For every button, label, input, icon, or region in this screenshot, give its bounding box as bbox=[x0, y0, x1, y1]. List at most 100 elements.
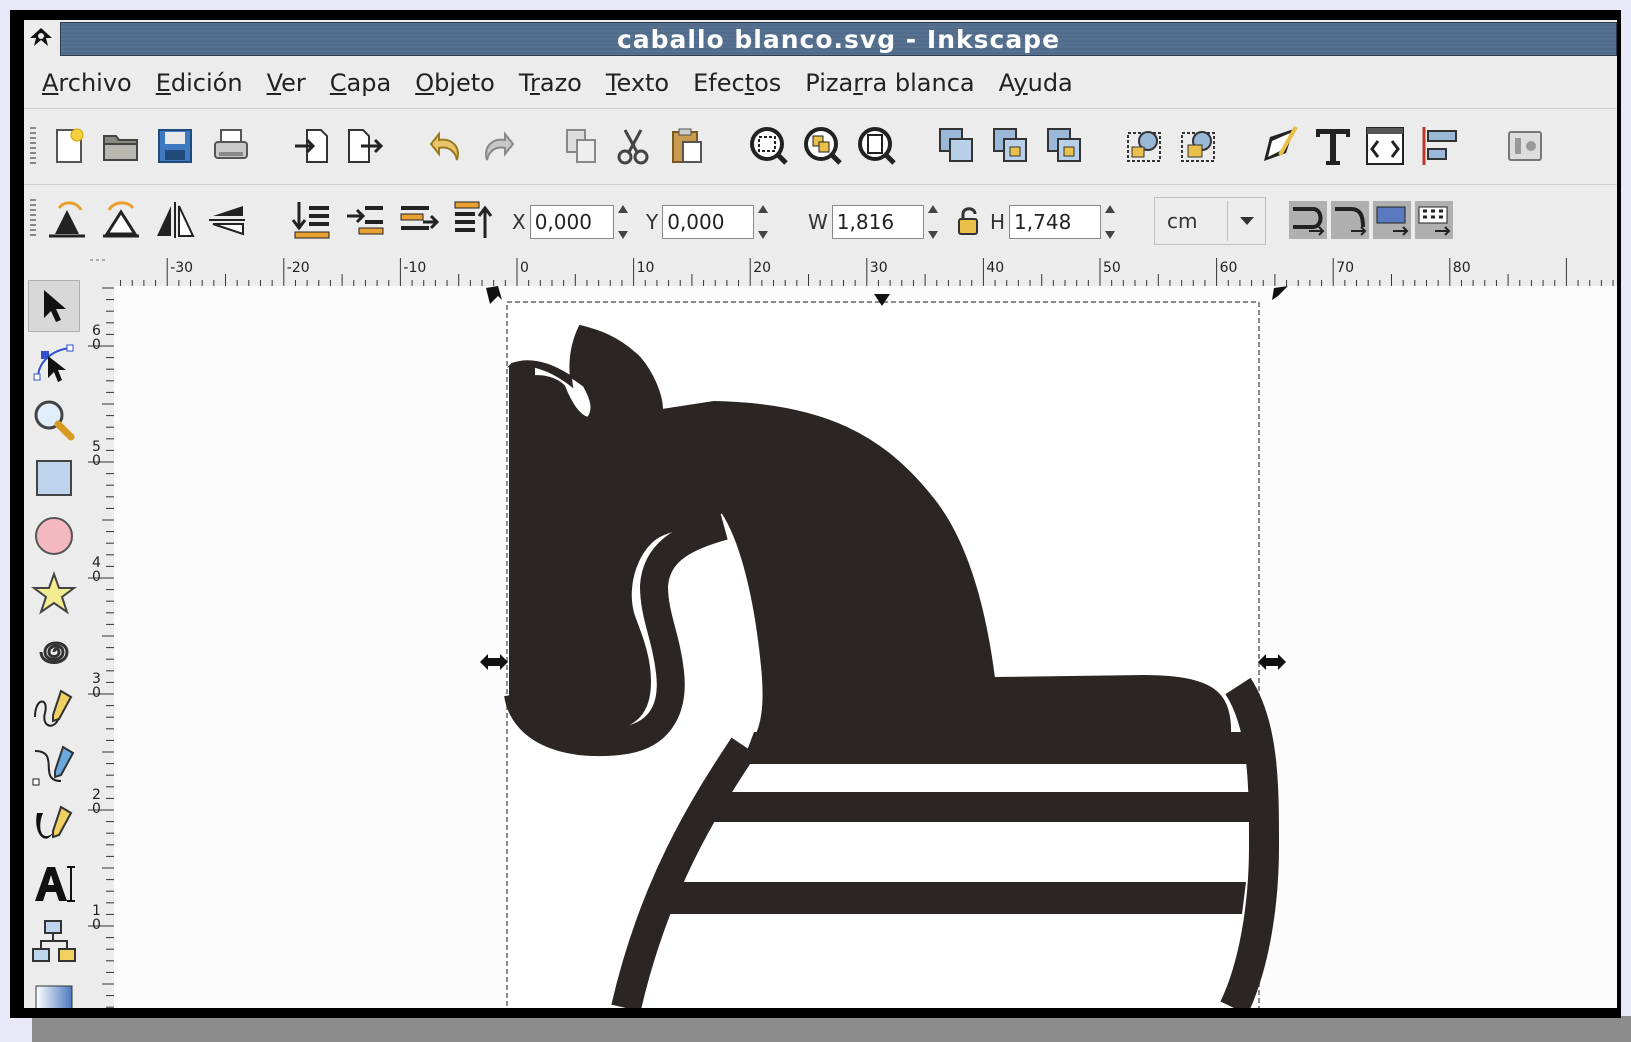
import-icon[interactable] bbox=[290, 123, 336, 169]
raise-to-top-icon[interactable] bbox=[288, 197, 334, 243]
w-label: W bbox=[808, 210, 828, 234]
x-input[interactable]: 0,000 bbox=[529, 205, 614, 239]
h-input[interactable]: 1,748 bbox=[1009, 205, 1102, 239]
menu-trazo[interactable]: Trazo bbox=[519, 69, 582, 97]
flip-horizontal-icon[interactable] bbox=[152, 197, 198, 243]
menu-texto[interactable]: Texto bbox=[606, 69, 669, 97]
menu-pizarra-blanca[interactable]: Pizarra blanca bbox=[805, 69, 974, 97]
gradient-tool-icon[interactable] bbox=[28, 974, 80, 1008]
selector-tool-icon[interactable] bbox=[28, 280, 80, 332]
menu-efectos[interactable]: Efectos bbox=[693, 69, 781, 97]
ruler-label: 0 bbox=[92, 801, 101, 817]
x-spinbox: X 0,000 bbox=[512, 203, 630, 241]
group-icon[interactable] bbox=[1122, 123, 1168, 169]
zoom-selection-icon[interactable] bbox=[746, 123, 792, 169]
unit-separator bbox=[1227, 201, 1228, 241]
ruler-corner bbox=[84, 254, 114, 286]
preferences-icon[interactable] bbox=[1502, 123, 1548, 169]
fill-stroke-icon[interactable] bbox=[1258, 123, 1304, 169]
lock-proportions-icon[interactable] bbox=[954, 203, 986, 239]
menu-edici-n[interactable]: Edición bbox=[156, 69, 243, 97]
zoom-drawing-icon[interactable] bbox=[800, 123, 846, 169]
print-icon[interactable] bbox=[208, 123, 254, 169]
connector-tool-icon[interactable] bbox=[28, 916, 80, 968]
node-tool-icon[interactable] bbox=[28, 338, 80, 390]
flip-vertical-icon[interactable] bbox=[204, 197, 250, 243]
lower-to-bottom-icon[interactable] bbox=[450, 197, 496, 243]
w-spinbox: W 1,816 bbox=[808, 203, 940, 241]
ruler-label: 40 bbox=[986, 260, 1004, 276]
drawing-canvas[interactable] bbox=[114, 286, 1617, 1008]
toolbar-grip[interactable] bbox=[30, 199, 36, 239]
vertical-ruler[interactable]: 605040302010 bbox=[84, 286, 114, 1008]
scale-corners-icon[interactable] bbox=[1330, 197, 1370, 243]
xml-editor-icon[interactable] bbox=[1362, 123, 1408, 169]
pen-tool-icon[interactable] bbox=[28, 742, 80, 794]
w-stepper[interactable] bbox=[926, 205, 940, 239]
selector-toolbar: X 0,000 Y 0,000 W 1,816 H 1,748 cm bbox=[24, 184, 1617, 255]
unit-value: cm bbox=[1167, 209, 1198, 233]
y-input[interactable]: 0,000 bbox=[662, 205, 755, 239]
title-bar[interactable]: caballo blanco.svg - Inkscape bbox=[24, 20, 1617, 56]
y-label: Y bbox=[646, 210, 659, 234]
h-stepper[interactable] bbox=[1103, 205, 1117, 239]
new-document-icon[interactable] bbox=[46, 123, 92, 169]
rotate-cw-icon[interactable] bbox=[98, 197, 144, 243]
zoom-tool-icon[interactable] bbox=[28, 394, 80, 446]
ruler-label: 0 bbox=[92, 685, 101, 701]
move-patterns-icon[interactable] bbox=[1414, 197, 1454, 243]
menu-ayuda[interactable]: Ayuda bbox=[999, 69, 1073, 97]
menu-ver[interactable]: Ver bbox=[267, 69, 306, 97]
scale-stroke-icon[interactable] bbox=[1288, 197, 1328, 243]
horizontal-ruler[interactable]: -30 -20 -10 0 10 20 30 40 50 60 70 80 bbox=[114, 254, 1617, 286]
rectangle-tool-icon[interactable] bbox=[28, 452, 80, 504]
zoom-page-icon[interactable] bbox=[854, 123, 900, 169]
handle-top-right[interactable] bbox=[1272, 286, 1288, 300]
ungroup-icon[interactable] bbox=[1176, 123, 1222, 169]
cut-icon[interactable] bbox=[610, 123, 656, 169]
unlink-clone-icon[interactable] bbox=[1042, 123, 1088, 169]
rotate-ccw-icon[interactable] bbox=[44, 197, 90, 243]
handle-right[interactable] bbox=[1258, 654, 1286, 670]
move-gradients-icon[interactable] bbox=[1372, 197, 1412, 243]
open-icon[interactable] bbox=[98, 123, 144, 169]
ruler-label: 70 bbox=[1336, 260, 1354, 276]
menu-capa[interactable]: Capa bbox=[330, 69, 391, 97]
ruler-label: 50 bbox=[1103, 260, 1121, 276]
text-font-icon[interactable] bbox=[1310, 123, 1356, 169]
ruler-label: 0 bbox=[520, 260, 529, 276]
spiral-tool-icon[interactable] bbox=[28, 626, 80, 678]
copy-icon[interactable] bbox=[558, 123, 604, 169]
raise-icon[interactable] bbox=[342, 197, 388, 243]
handle-left[interactable] bbox=[480, 654, 508, 670]
paste-icon[interactable] bbox=[664, 123, 710, 169]
menu-archivo[interactable]: Archivo bbox=[42, 69, 132, 97]
ruler-label: 0 bbox=[92, 569, 101, 585]
ruler-label: 20 bbox=[753, 260, 771, 276]
unit-select[interactable]: cm bbox=[1154, 197, 1266, 245]
x-stepper[interactable] bbox=[616, 205, 630, 239]
star-tool-icon[interactable] bbox=[28, 568, 80, 620]
window-content: caballo blanco.svg - Inkscape Archivo Edi… bbox=[24, 20, 1617, 1008]
export-icon[interactable] bbox=[342, 123, 388, 169]
save-icon[interactable] bbox=[152, 123, 198, 169]
calligraphy-tool-icon[interactable] bbox=[28, 800, 80, 852]
ruler-label: -20 bbox=[287, 260, 310, 276]
pencil-tool-icon[interactable] bbox=[28, 684, 80, 736]
undo-icon[interactable] bbox=[424, 123, 470, 169]
menu-objeto[interactable]: Objeto bbox=[415, 69, 495, 97]
w-input[interactable]: 1,816 bbox=[831, 205, 924, 239]
duplicate-icon[interactable] bbox=[934, 123, 980, 169]
clone-icon[interactable] bbox=[988, 123, 1034, 169]
y-stepper[interactable] bbox=[756, 205, 770, 239]
inkscape-logo-icon[interactable] bbox=[26, 24, 56, 54]
redo-icon[interactable] bbox=[474, 123, 520, 169]
handle-top-left[interactable] bbox=[486, 286, 502, 304]
text-tool-icon[interactable] bbox=[28, 858, 80, 910]
ellipse-tool-icon[interactable] bbox=[28, 510, 80, 562]
align-distribute-icon[interactable] bbox=[1416, 123, 1462, 169]
toolbar-grip[interactable] bbox=[30, 127, 36, 167]
chevron-down-icon[interactable] bbox=[1240, 212, 1254, 231]
lower-icon[interactable] bbox=[396, 197, 442, 243]
toolbox bbox=[24, 254, 84, 1008]
